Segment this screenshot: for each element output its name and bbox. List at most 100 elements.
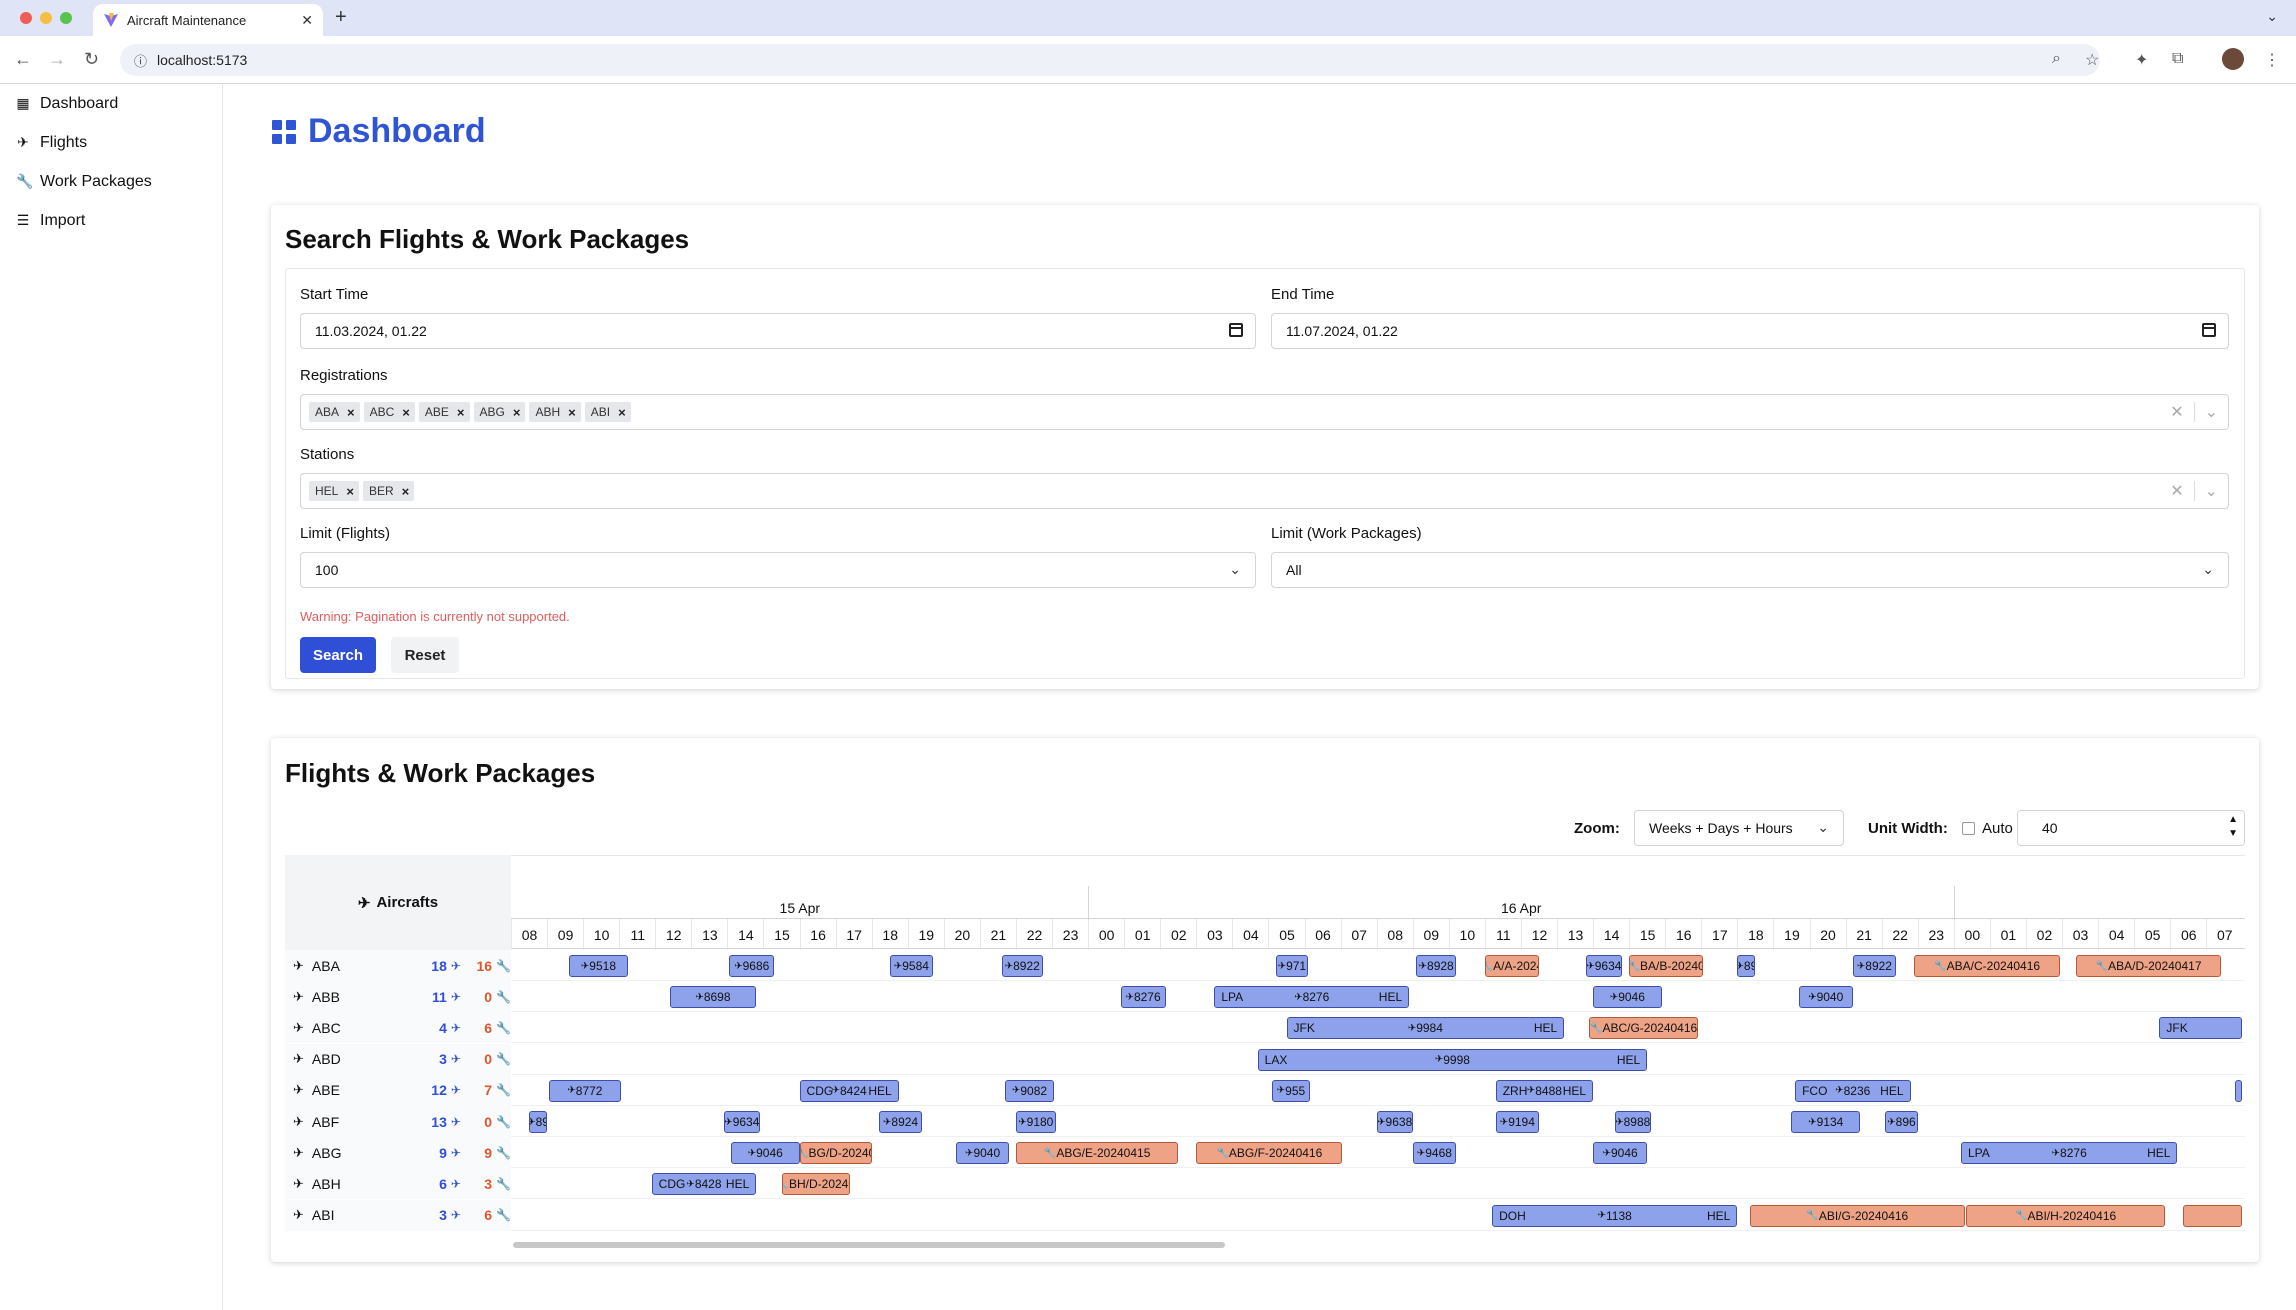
flight-bar[interactable]: LAX ✈ 9998 HEL <box>1257 1048 1648 1071</box>
browser-tab[interactable]: Aircraft Maintenance ✕ <box>93 4 323 36</box>
flight-bar[interactable]: ✈ 9686 <box>729 955 775 977</box>
work-package-bar[interactable]: 🔧 ABA/D-20240417 <box>2076 955 2221 977</box>
work-package-bar[interactable]: 🔧 BA/B-20240 <box>1629 955 1704 977</box>
sidebar-item-dashboard[interactable]: ▦ Dashboard <box>0 84 222 123</box>
bookmark-star-icon[interactable]: ☆ <box>2085 50 2099 70</box>
calendar-icon[interactable] <box>2202 323 2216 337</box>
aircraft-label[interactable]: ✈ ABI 3 ✈ 6 🔧 <box>285 1199 511 1231</box>
sidebar-item-import[interactable]: ☰ Import <box>0 201 222 240</box>
chevron-down-icon[interactable]: ⌄ <box>2205 481 2218 501</box>
maximize-window-button[interactable] <box>60 12 72 24</box>
minimize-window-button[interactable] <box>40 12 52 24</box>
flight-bar[interactable]: JFK <box>2159 1017 2243 1040</box>
flight-bar[interactable]: ✈ 955 <box>1272 1079 1310 1102</box>
flight-bar[interactable] <box>2235 1079 2243 1102</box>
new-tab-icon[interactable]: + <box>335 6 347 29</box>
flight-bar[interactable]: ✈ 9046 <box>1593 1142 1648 1165</box>
work-package-bar[interactable]: 🔧 BH/D-20240 <box>781 1173 851 1196</box>
clear-icon[interactable]: ✕ <box>2170 481 2183 501</box>
work-package-bar[interactable]: 🔧 A/A-2024 <box>1484 955 1539 977</box>
aircraft-label[interactable]: ✈ ABA 18 ✈ 16 🔧 <box>285 950 511 981</box>
remove-chip-icon[interactable]: × <box>618 405 626 420</box>
remove-chip-icon[interactable]: × <box>457 405 465 420</box>
aircraft-label[interactable]: ✈ ABB 11 ✈ 0 🔧 <box>285 981 511 1013</box>
limit-wp-select[interactable]: All ⌄ <box>1271 552 2229 588</box>
flight-bar[interactable]: ✈ 8276 <box>1120 986 1166 1009</box>
extensions-puzzle-icon[interactable]: ⧉ <box>2172 50 2183 68</box>
flight-bar[interactable]: ✈ 89 <box>1737 955 1756 977</box>
reset-button[interactable]: Reset <box>391 637 459 673</box>
flight-bar[interactable]: LPA ✈ 8276 HEL <box>1961 1142 2178 1165</box>
work-package-bar[interactable]: 🔧 BG/D-20240 <box>799 1142 872 1165</box>
unit-width-input[interactable]: 40 ▲ ▼ <box>2017 810 2245 846</box>
aircraft-label[interactable]: ✈ ABH 6 ✈ 3 🔧 <box>285 1168 511 1200</box>
flight-bar[interactable]: ✈ 9634 <box>723 1111 760 1133</box>
flight-bar[interactable]: ✈ 8922 <box>1001 955 1044 977</box>
search-button[interactable]: Search <box>300 637 376 673</box>
aircraft-label[interactable]: ✈ ABD 3 ✈ 0 🔧 <box>285 1043 511 1075</box>
flight-bar[interactable]: ✈ 8772 <box>548 1079 621 1102</box>
flight-bar[interactable]: ZRH ✈ 8488 HEL <box>1495 1079 1594 1102</box>
work-package-bar[interactable] <box>2182 1204 2243 1227</box>
flight-bar[interactable]: ✈ 9468 <box>1412 1142 1457 1165</box>
end-time-input[interactable]: 11.07.2024, 01.22 <box>1271 313 2229 349</box>
work-package-bar[interactable]: 🔧 ABG/F-20240416 <box>1196 1142 1343 1165</box>
flight-bar[interactable]: ✈ 9046 <box>1593 986 1662 1009</box>
flight-bar[interactable]: ✈ 8922 <box>1852 955 1897 977</box>
site-info-icon[interactable]: ⓘ <box>134 51 147 70</box>
flight-bar[interactable]: ✈ 9134 <box>1791 1111 1861 1133</box>
aircraft-label[interactable]: ✈ ABE 12 ✈ 7 🔧 <box>285 1074 511 1106</box>
aircraft-label[interactable]: ✈ ABC 4 ✈ 6 🔧 <box>285 1012 511 1044</box>
flight-bar[interactable]: ✈ 8928 <box>1416 955 1457 977</box>
flight-bar[interactable]: ✈ 9040 <box>956 1142 1009 1165</box>
remove-chip-icon[interactable]: × <box>402 484 410 499</box>
calendar-icon[interactable] <box>1229 323 1243 337</box>
start-time-input[interactable]: 11.03.2024, 01.22 <box>300 313 1256 349</box>
zoom-select[interactable]: Weeks + Days + Hours ⌄ <box>1634 810 1844 846</box>
work-package-bar[interactable]: 🔧 ABA/C-20240416 <box>1914 955 2061 977</box>
work-package-bar[interactable]: 🔧 ABI/H-20240416 <box>1966 1204 2165 1227</box>
flight-bar[interactable]: CDG ✈ 8428 HEL <box>651 1173 757 1196</box>
browser-menu-icon[interactable]: ⋮ <box>2264 50 2280 70</box>
flight-bar[interactable]: ✈ 9638 <box>1376 1111 1413 1133</box>
flight-bar[interactable]: ✈ 8698 <box>669 986 757 1009</box>
remove-chip-icon[interactable]: × <box>346 484 354 499</box>
aircraft-label[interactable]: ✈ ABF 13 ✈ 0 🔧 <box>285 1106 511 1137</box>
flight-bar[interactable]: ✈ 9194 <box>1495 1111 1539 1133</box>
flight-bar[interactable]: ✈ 9518 <box>568 955 629 977</box>
sidebar-item-flights[interactable]: ✈ Flights <box>0 123 222 162</box>
flight-bar[interactable]: ✈ 971 <box>1275 955 1309 977</box>
flight-bar[interactable]: LPA ✈ 8276 HEL <box>1214 986 1410 1009</box>
extension-icon[interactable]: ✦ <box>2135 50 2148 70</box>
remove-chip-icon[interactable]: × <box>568 405 576 420</box>
address-bar[interactable]: ⓘ localhost:5173 <box>120 44 2100 76</box>
close-tab-icon[interactable]: ✕ <box>301 12 313 29</box>
tab-list-chevron-icon[interactable]: ⌄ <box>2266 8 2278 25</box>
remove-chip-icon[interactable]: × <box>347 405 355 420</box>
flight-bar[interactable]: ✈ 9180 <box>1015 1111 1056 1133</box>
remove-chip-icon[interactable]: × <box>402 405 410 420</box>
flight-bar[interactable]: ✈ 89 <box>529 1111 548 1133</box>
flight-bar[interactable]: ✈ 896 <box>1885 1111 1918 1133</box>
work-package-bar[interactable]: 🔧 ABC/G-20240416 <box>1589 1017 1698 1040</box>
flight-bar[interactable]: ✈ 8924 <box>878 1111 923 1133</box>
remove-chip-icon[interactable]: × <box>513 405 521 420</box>
clear-icon[interactable]: ✕ <box>2170 402 2183 422</box>
profile-avatar[interactable] <box>2222 48 2244 70</box>
flight-bar[interactable]: ✈ 9082 <box>1005 1079 1054 1102</box>
forward-icon[interactable]: → <box>48 49 66 70</box>
flight-bar[interactable]: FCO ✈ 8236 HEL <box>1795 1079 1911 1102</box>
flight-bar[interactable]: DOH ✈ 1138 HEL <box>1492 1204 1738 1227</box>
registrations-multiselect[interactable]: ABA × ABC × ABE × ABG × ABH × ABI × ✕ ⌄ <box>300 394 2229 430</box>
aircraft-label[interactable]: ✈ ABG 9 ✈ 9 🔧 <box>285 1137 511 1169</box>
back-icon[interactable]: ← <box>14 49 32 70</box>
horizontal-scrollbar[interactable] <box>511 1241 2245 1249</box>
flight-bar[interactable]: CDG ✈ 8424 HEL <box>799 1079 899 1102</box>
flight-bar[interactable]: ✈ 9634 <box>1585 955 1622 977</box>
flight-bar[interactable]: ✈ 8988 <box>1614 1111 1651 1133</box>
chevron-down-icon[interactable]: ⌄ <box>2205 402 2218 422</box>
reload-icon[interactable]: ↻ <box>84 49 99 70</box>
work-package-bar[interactable]: 🔧 ABI/G-20240416 <box>1750 1204 1965 1227</box>
limit-flights-select[interactable]: 100 ⌄ <box>300 552 1256 588</box>
spinner-icon[interactable]: ▲ ▼ <box>2228 813 2238 841</box>
